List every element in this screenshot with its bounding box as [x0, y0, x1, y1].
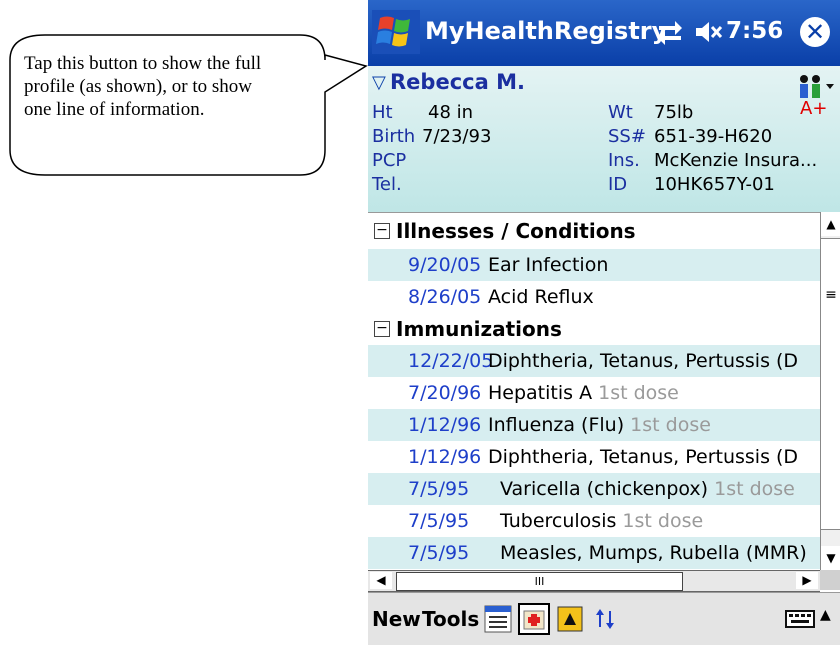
scrollbar-corner [820, 570, 840, 590]
family-people-icon[interactable] [796, 74, 836, 100]
scroll-right-arrow[interactable]: ▶ [796, 572, 818, 589]
input-panel-arrow[interactable]: ▲ [820, 607, 831, 623]
profile-name: Rebecca M. [390, 70, 525, 94]
list-item[interactable]: 7/5/95 Measles, Mumps, Rubella (MMR) [368, 537, 820, 569]
item-name: Ear Infection [488, 254, 609, 276]
list-item[interactable]: 7/5/95 Varicella (chickenpox) 1st dose [368, 473, 820, 505]
device-screen: MyHealthRegistry 7:56 ✕ ▽ Rebecca M. A+ … [368, 0, 840, 645]
item-name: Influenza (Flu) [488, 414, 625, 436]
collapse-icon[interactable]: − [374, 321, 390, 337]
section-title: Illnesses / Conditions [396, 219, 636, 243]
id-value: 10HK657Y-01 [654, 174, 775, 195]
horizontal-scrollbar[interactable]: ◀ III ▶ [368, 570, 820, 592]
callout-bubble: Tap this button to show the full profile… [0, 0, 370, 200]
ssn-label: SS# [608, 126, 646, 147]
item-date: 7/5/95 [408, 510, 470, 532]
medical-record-icon[interactable] [518, 603, 550, 635]
item-dose: 1st dose [622, 510, 704, 532]
windows-flag-icon[interactable] [372, 10, 420, 54]
sort-icon[interactable] [590, 603, 622, 635]
section-header-immunizations[interactable]: − Immunizations [368, 313, 820, 345]
collapse-icon[interactable]: − [374, 223, 390, 239]
new-menu[interactable]: New [372, 607, 421, 631]
scroll-grip-icon: ≡ [825, 287, 837, 303]
profile-panel: ▽ Rebecca M. A+ Ht 48 in Wt 75lb Birth 7… [368, 66, 840, 212]
item-name: Measles, Mumps, Rubella (MMR) [500, 542, 807, 564]
item-date: 1/12/96 [408, 414, 482, 436]
app-title: MyHealthRegistry [425, 17, 668, 45]
speaker-muted-icon[interactable] [694, 18, 724, 46]
pcp-label: PCP [372, 150, 407, 171]
list-item[interactable]: 1/12/96 Influenza (Flu) 1st dose [368, 409, 820, 441]
list-view-icon[interactable] [482, 603, 514, 635]
item-date: 9/20/05 [408, 254, 482, 276]
records-list: − Illnesses / Conditions 9/20/05 Ear Inf… [368, 212, 820, 571]
insurance-label: Ins. [608, 150, 640, 171]
ssn-value: 651-39-H620 [654, 126, 773, 147]
item-dose: 1st dose [714, 478, 795, 500]
close-button[interactable]: ✕ [800, 17, 830, 47]
horizontal-scroll-thumb[interactable]: III [396, 572, 683, 591]
height-label: Ht [372, 102, 393, 123]
reference-book-icon[interactable] [554, 603, 586, 635]
list-item[interactable]: 1/12/96 Diphtheria, Tetanus, Pertussis (… [368, 441, 820, 473]
list-item[interactable]: 12/22/05 Diphtheria, Tetanus, Pertussis … [368, 345, 820, 377]
connectivity-icon[interactable] [655, 16, 685, 46]
item-date: 8/26/05 [408, 286, 482, 308]
item-name: Diphtheria, Tetanus, Pertussis (D [488, 350, 799, 372]
item-dose: 1st dose [630, 414, 711, 436]
weight-label: Wt [608, 102, 633, 123]
item-name: Tuberculosis [500, 510, 617, 532]
section-header-illnesses[interactable]: − Illnesses / Conditions [368, 215, 820, 247]
height-value: 48 in [428, 102, 474, 123]
scroll-left-arrow[interactable]: ◀ [370, 572, 392, 589]
vertical-scrollbar[interactable]: ▲ ≡ ▼ [820, 212, 840, 570]
scroll-up-arrow[interactable]: ▲ [821, 212, 840, 236]
profile-toggle-button[interactable]: ▽ [372, 72, 386, 93]
section-title: Immunizations [396, 317, 562, 341]
item-name: Acid Reflux [488, 286, 594, 308]
item-date: 12/22/05 [408, 350, 494, 372]
item-dose: 1st dose [598, 382, 679, 404]
item-date: 7/5/95 [408, 542, 470, 564]
tel-label: Tel. [372, 174, 402, 195]
birth-value: 7/23/93 [422, 126, 492, 147]
insurance-value: McKenzie Insura... [654, 150, 818, 171]
item-name: Diphtheria, Tetanus, Pertussis (D [488, 446, 799, 468]
item-name: Hepatitis A [488, 382, 593, 404]
list-item[interactable]: 9/20/05 Ear Infection [368, 249, 820, 281]
item-date: 7/5/95 [408, 478, 470, 500]
callout-text: Tap this button to show the full profile… [24, 53, 262, 120]
id-label: ID [608, 174, 628, 195]
item-name: Varicella (chickenpox) [500, 478, 709, 500]
tools-menu[interactable]: Tools [422, 607, 479, 631]
item-date: 1/12/96 [408, 446, 482, 468]
keyboard-icon[interactable] [784, 603, 816, 635]
weight-value: 75lb [654, 102, 694, 123]
item-date: 7/20/96 [408, 382, 482, 404]
title-bar: MyHealthRegistry 7:56 ✕ [368, 0, 840, 66]
scroll-down-arrow[interactable]: ▼ [821, 546, 840, 570]
birth-label: Birth [372, 126, 416, 147]
scroll-thumb[interactable]: ≡ [821, 238, 840, 530]
menu-bar: New Tools ▲ [368, 592, 840, 645]
list-item[interactable]: 8/26/05 Acid Reflux [368, 281, 820, 313]
blood-type: A+ [800, 98, 828, 119]
clock-time[interactable]: 7:56 [726, 18, 783, 44]
list-item[interactable]: 7/5/95 Tuberculosis 1st dose [368, 505, 820, 537]
list-item[interactable]: 7/20/96 Hepatitis A 1st dose [368, 377, 820, 409]
